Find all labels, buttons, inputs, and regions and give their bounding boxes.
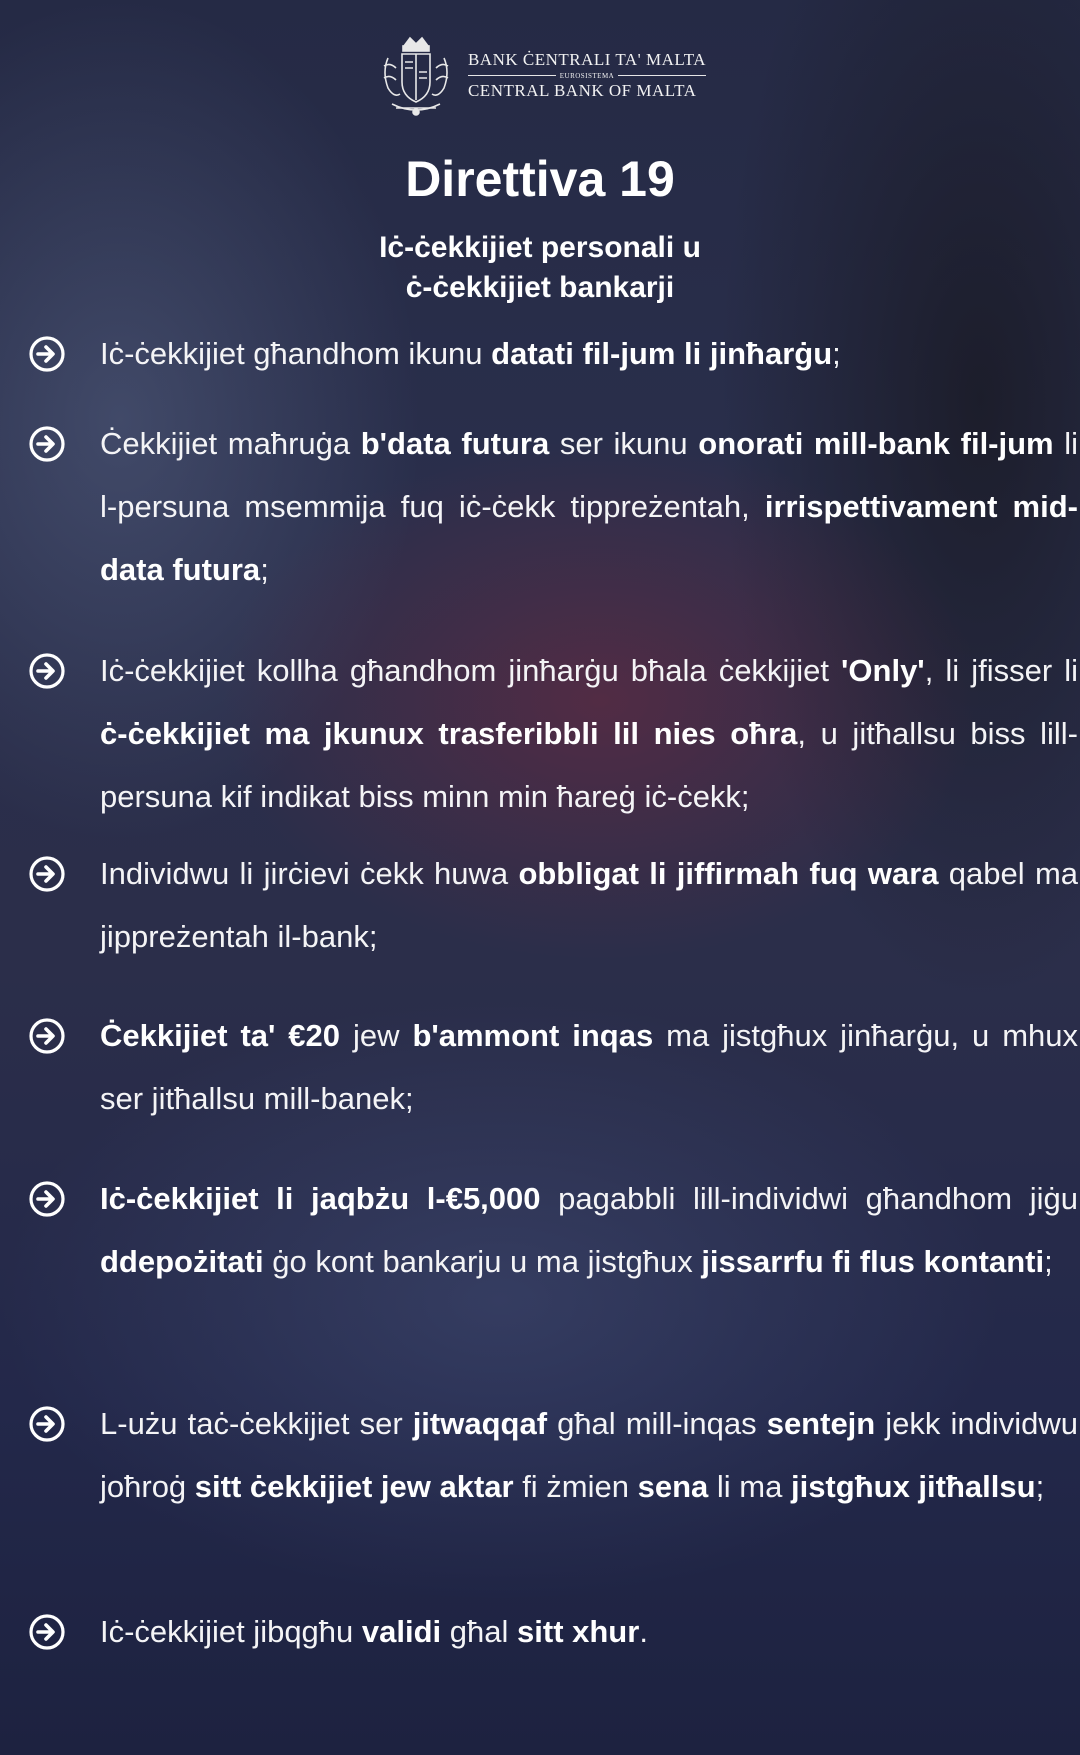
eurosystem-label: EUROSISTEMA xyxy=(559,71,615,80)
emphasis-text: ċ-ċekkijiet ma jkunux trasferibbli lil n… xyxy=(100,716,798,751)
emphasis-text: sitt ċekkijiet jew aktar xyxy=(194,1469,514,1504)
body-text: għal mill-inqas xyxy=(547,1406,767,1441)
body-text: ġo kont bankarju u ma jistgħux xyxy=(263,1244,702,1279)
page-title: Direttiva 19 xyxy=(405,151,675,207)
bank-name-maltese: BANK ĊENTRALI TA' MALTA xyxy=(467,49,707,69)
body-text: ; xyxy=(1044,1244,1053,1279)
emphasis-text: sitt xhur xyxy=(517,1614,640,1649)
body-text: . xyxy=(639,1614,648,1649)
directive-text: Ċekkijiet ta' €20 jew b'ammont inqas ma … xyxy=(100,1004,1078,1130)
emphasis-text: ddepożitati xyxy=(100,1244,264,1279)
body-text: Iċ-ċekkijiet kollha għandhom jinħarġu bħ… xyxy=(100,653,842,688)
circled-arrow-right-icon xyxy=(29,1614,65,1650)
directive-text: L-użu taċ-ċekkijiet ser jitwaqqaf għal m… xyxy=(100,1392,1078,1518)
directive-text: Ċekkijiet maħruġa b'data futura ser ikun… xyxy=(100,412,1078,601)
body-text: li ma xyxy=(708,1469,791,1504)
body-text: , li jfisser li xyxy=(924,653,1079,688)
coat-of-arms-icon xyxy=(383,36,449,116)
body-text: ser ikunu xyxy=(549,426,699,461)
body-text: Ċekkijiet maħruġa xyxy=(100,426,361,461)
body-text: Individwu li jirċievi ċekk huwa xyxy=(100,856,519,891)
subtitle-line-1: Iċ-ċekkijiet personali u xyxy=(379,231,701,264)
emphasis-text: sena xyxy=(637,1469,709,1504)
body-text: pagabbli lill-individwi għandhom jiġu xyxy=(540,1181,1078,1216)
circled-arrow-right-icon xyxy=(29,336,65,372)
emphasis-text: jistgħux jitħallsu xyxy=(790,1469,1036,1504)
directive-text: Iċ-ċekkijiet kollha għandhom jinħarġu bħ… xyxy=(100,639,1078,828)
directive-text: Iċ-ċekkijiet li jaqbżu l-€5,000 pagabbli… xyxy=(100,1167,1078,1293)
divider-line xyxy=(467,75,556,76)
emphasis-text: validi xyxy=(361,1614,442,1649)
emphasis-text: onorati mill-bank fil-jum xyxy=(698,426,1054,461)
bank-name-english: CENTRAL BANK OF MALTA xyxy=(467,80,697,100)
circled-arrow-right-icon xyxy=(29,1181,65,1217)
bank-logo: BANK ĊENTRALI TA' MALTA EUROSISTEMA CENT… xyxy=(0,32,1080,118)
emphasis-text: Iċ-ċekkijiet li jaqbżu l-€5,000 xyxy=(100,1181,541,1216)
circled-arrow-right-icon xyxy=(29,1406,65,1442)
body-text: ; xyxy=(832,336,841,371)
body-text: għal xyxy=(441,1614,518,1649)
circled-arrow-right-icon xyxy=(29,856,65,892)
emphasis-text: datati fil-jum li jinħarġu xyxy=(491,336,833,371)
emphasis-text: Ċekkijiet ta' €20 xyxy=(100,1018,341,1053)
circled-arrow-right-icon xyxy=(29,426,65,462)
body-text: Iċ-ċekkijiet għandhom ikunu xyxy=(100,336,492,371)
body-text: Iċ-ċekkijiet jibqgħu xyxy=(100,1614,362,1649)
emphasis-text: b'ammont inqas xyxy=(412,1018,654,1053)
circled-arrow-right-icon xyxy=(29,653,65,689)
infographic-page: BANK ĊENTRALI TA' MALTA EUROSISTEMA CENT… xyxy=(0,0,1080,1755)
divider-line xyxy=(618,75,707,76)
body-text: ; xyxy=(260,552,269,587)
bank-name-divider: EUROSISTEMA xyxy=(467,71,707,81)
bank-names: BANK ĊENTRALI TA' MALTA EUROSISTEMA CENT… xyxy=(467,49,707,101)
directive-text: Iċ-ċekkijiet għandhom ikunu datati fil-j… xyxy=(100,322,1078,385)
page-subtitle: Iċ-ċekkijiet personali u ċ-ċekkijiet ban… xyxy=(240,228,840,308)
directive-text: Individwu li jirċievi ċekk huwa obbligat… xyxy=(100,842,1078,968)
body-text: L-użu taċ-ċekkijiet ser xyxy=(100,1406,413,1441)
body-text: fi żmien xyxy=(513,1469,638,1504)
emphasis-text: b'data futura xyxy=(360,426,550,461)
body-text: jew xyxy=(340,1018,413,1053)
body-text: ; xyxy=(1035,1469,1045,1504)
circled-arrow-right-icon xyxy=(29,1018,65,1054)
emphasis-text: jissarrfu fi flus kontanti xyxy=(701,1244,1045,1279)
subtitle-line-2: ċ-ċekkijiet bankarji xyxy=(405,271,675,304)
emphasis-text: 'Only' xyxy=(841,653,925,688)
emphasis-text: sentejn xyxy=(766,1406,876,1441)
directive-text: Iċ-ċekkijiet jibqgħu validi għal sitt xh… xyxy=(100,1600,1078,1663)
emphasis-text: jitwaqqaf xyxy=(412,1406,548,1441)
emphasis-text: obbligat li jiffirmah fuq wara xyxy=(518,856,939,891)
